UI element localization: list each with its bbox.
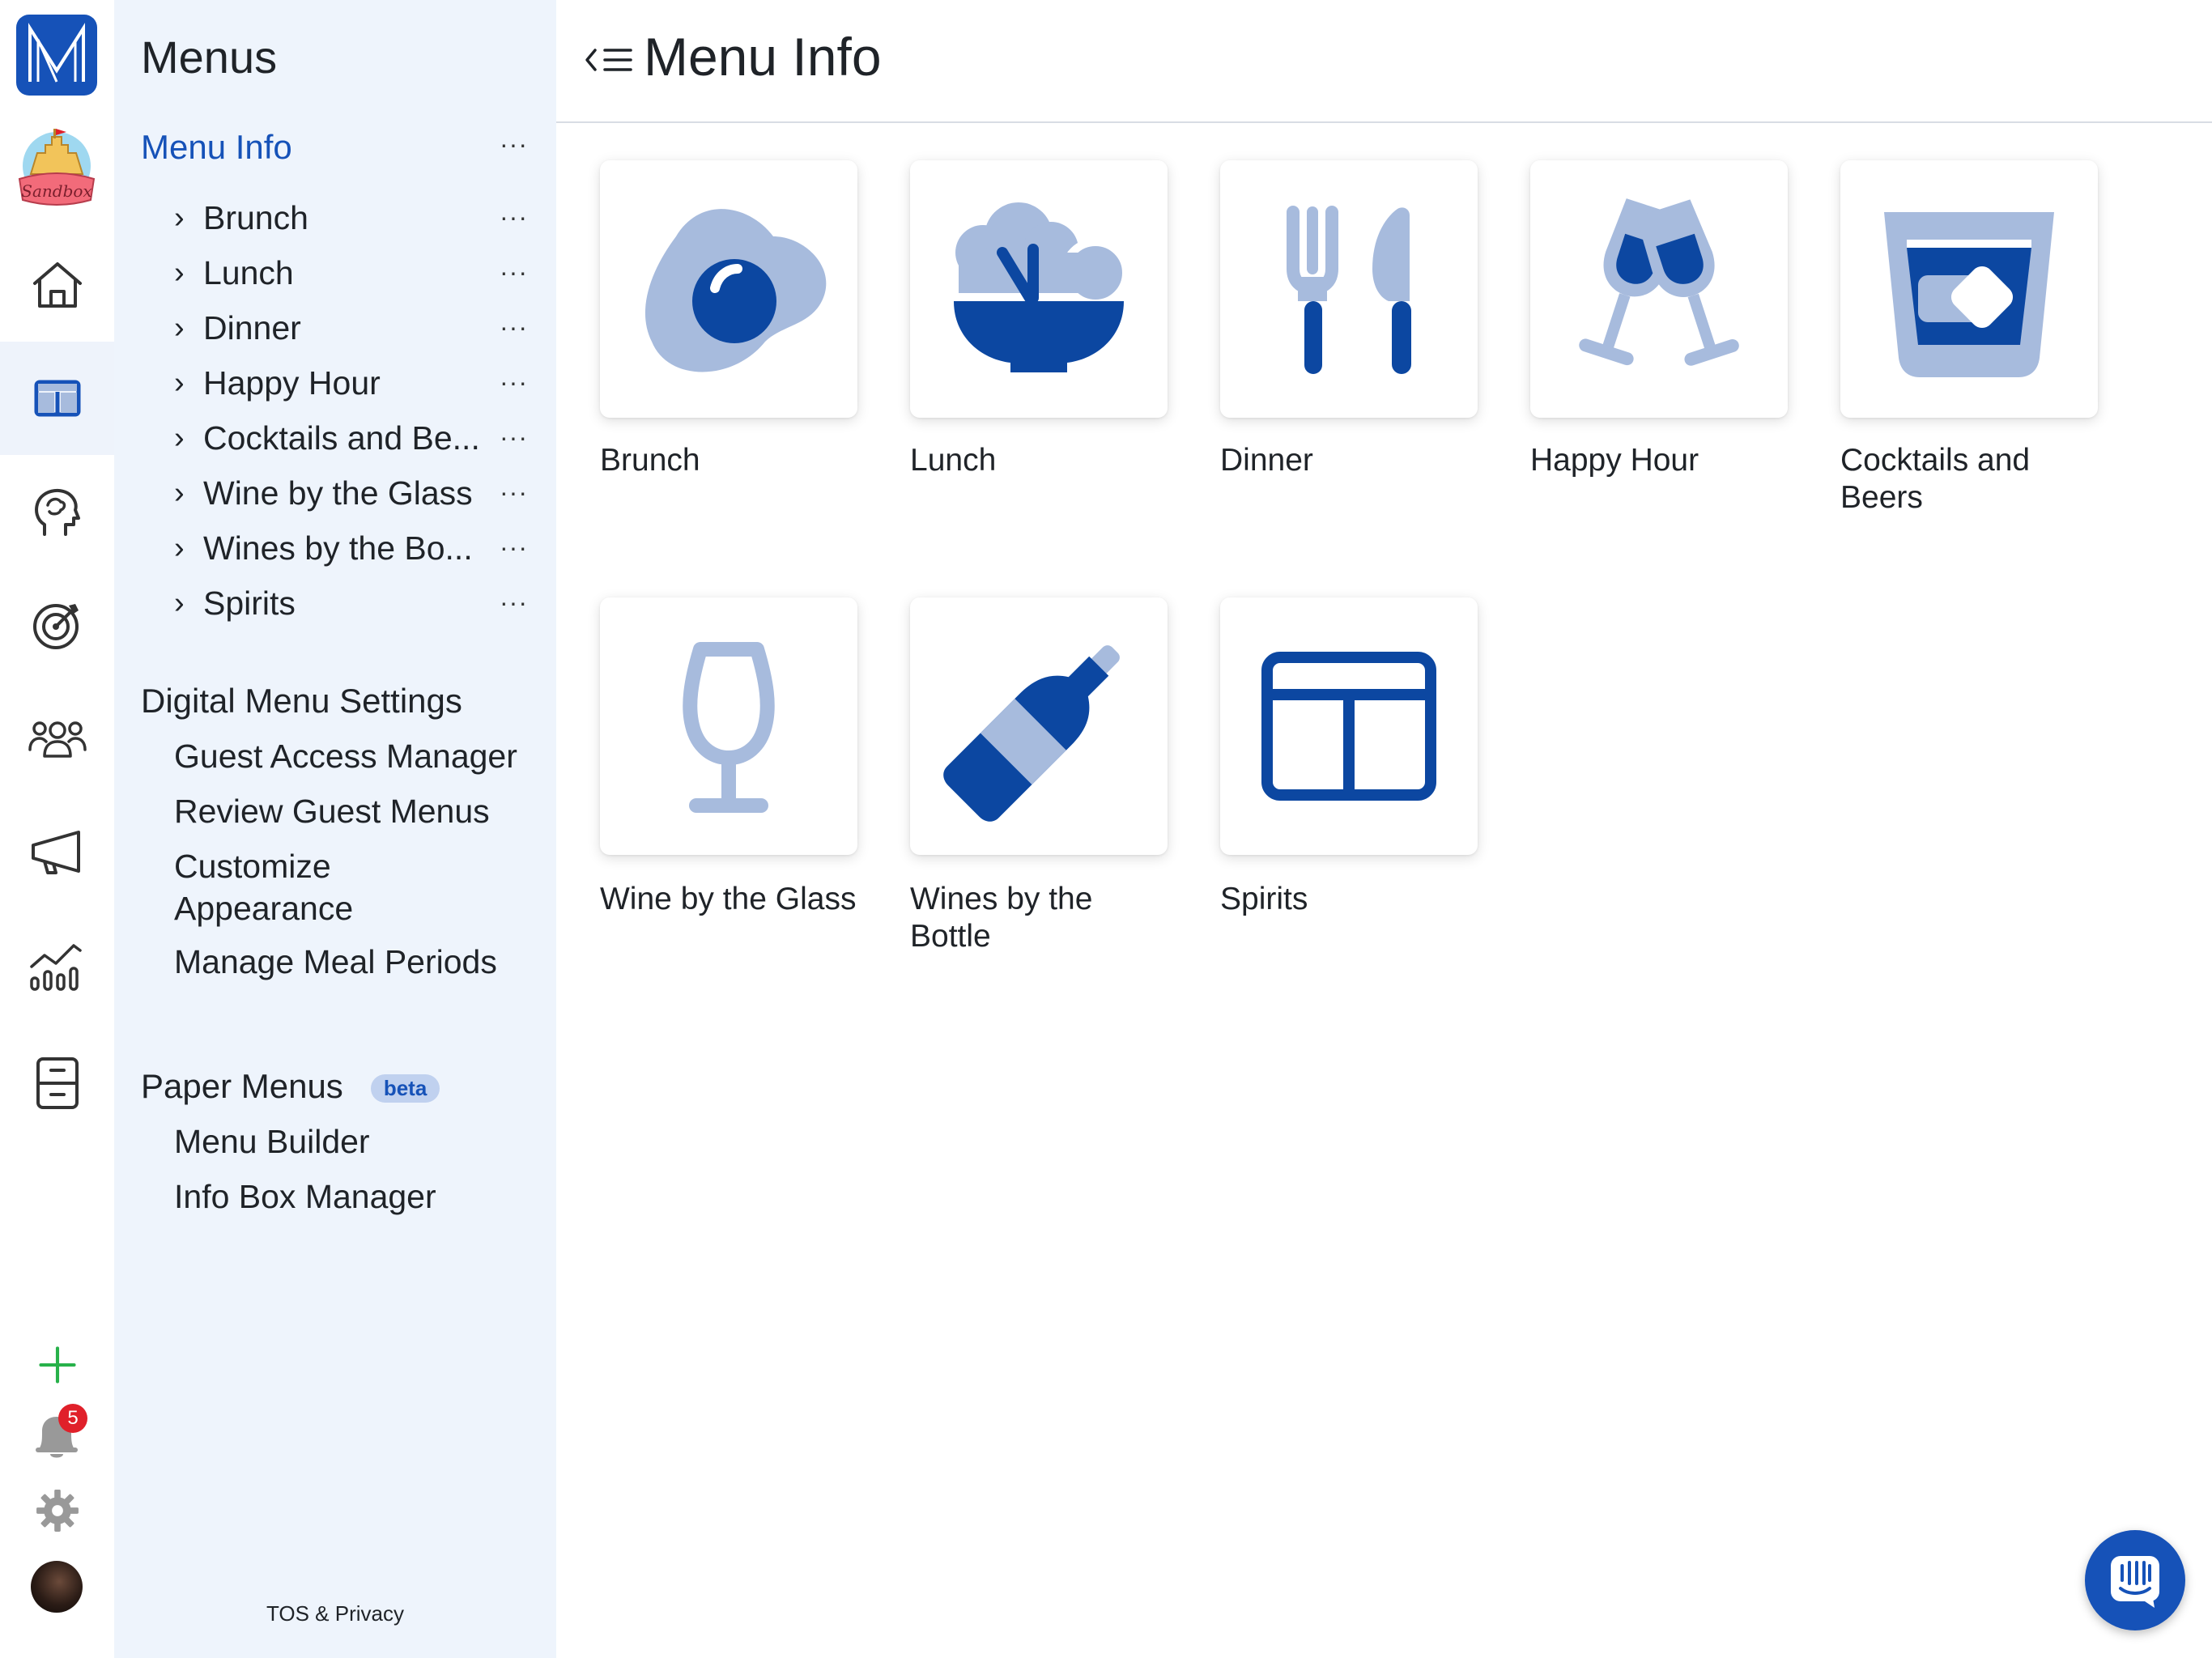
- rail-home[interactable]: [0, 228, 114, 342]
- tos-privacy-link[interactable]: TOS & Privacy: [114, 1601, 556, 1626]
- more-options-icon[interactable]: ···: [500, 202, 528, 232]
- rail-files[interactable]: [0, 1027, 114, 1140]
- rail-goals[interactable]: [0, 568, 114, 682]
- app-logo-icon[interactable]: [16, 15, 97, 96]
- beta-badge: beta: [370, 1074, 440, 1103]
- chevron-right-icon: ›: [174, 531, 185, 565]
- more-options-icon[interactable]: ···: [500, 533, 528, 563]
- sidebar-item-dinner[interactable]: › Dinner: [174, 309, 301, 347]
- chevron-right-icon: ›: [174, 311, 185, 345]
- card-label-brunch: Brunch: [600, 443, 700, 478]
- rail-analytics[interactable]: [0, 908, 114, 1022]
- card-label-dinner: Dinner: [1220, 443, 1313, 478]
- more-options-icon[interactable]: ···: [500, 368, 528, 397]
- rail-add[interactable]: [0, 1308, 114, 1422]
- home-icon: [32, 262, 82, 308]
- card-label-happy-hour: Happy Hour: [1530, 443, 1699, 478]
- page-header: Menu Info: [556, 0, 2212, 123]
- megaphone-icon: [31, 831, 80, 874]
- more-options-icon[interactable]: ···: [500, 257, 528, 287]
- menu-layout-icon: [34, 380, 80, 417]
- rail-settings[interactable]: [0, 1454, 114, 1567]
- card-label-cocktails-and-beers: Cocktails and Beers: [1840, 443, 2031, 515]
- link-info-box-manager[interactable]: Info Box Manager: [174, 1175, 436, 1218]
- chevron-right-icon: ›: [174, 201, 185, 235]
- card-wine-by-the-glass[interactable]: [600, 597, 857, 855]
- icon-rail: Sandbox 5: [0, 0, 114, 1658]
- card-label-wine-by-the-glass: Wine by the Glass: [600, 882, 857, 916]
- card-wines-by-the-bottle[interactable]: [910, 597, 1168, 855]
- card-dinner[interactable]: [1220, 160, 1478, 418]
- users-icon: [28, 721, 87, 758]
- user-avatar[interactable]: [31, 1561, 83, 1613]
- card-happy-hour[interactable]: [1530, 160, 1788, 418]
- chat-support-button[interactable]: [2085, 1530, 2185, 1630]
- collapse-sidebar-icon[interactable]: [584, 39, 634, 81]
- digital-menu-settings-heading: Digital Menu Settings: [141, 682, 462, 720]
- chevron-right-icon: ›: [174, 366, 185, 400]
- gear-icon: [36, 1490, 79, 1532]
- file-cabinet-icon: [36, 1057, 79, 1109]
- more-options-icon[interactable]: ···: [500, 423, 528, 453]
- svg-text:Sandbox: Sandbox: [21, 181, 91, 201]
- fork-knife-icon: [1287, 206, 1411, 374]
- notification-count-badge: 5: [58, 1404, 87, 1433]
- link-guest-access-manager[interactable]: Guest Access Manager: [174, 735, 517, 777]
- sidebar-title: Menus: [141, 32, 278, 83]
- target-icon: [32, 604, 79, 649]
- salad-bowl-icon: [954, 202, 1130, 372]
- more-options-icon[interactable]: ···: [500, 588, 528, 618]
- m-logo-icon: [28, 23, 85, 83]
- cheers-glasses-icon: [1579, 198, 1739, 366]
- more-options-icon[interactable]: ···: [500, 130, 528, 159]
- rail-knowledge[interactable]: [0, 455, 114, 568]
- chevron-right-icon: ›: [174, 256, 185, 290]
- card-lunch[interactable]: [910, 160, 1168, 418]
- main-content: Menu Info Brunch Lunch Dinner Happy Hour…: [556, 0, 2212, 1658]
- chevron-right-icon: ›: [174, 476, 185, 510]
- rocks-glass-icon: [1884, 212, 2054, 377]
- paper-menus-heading: Paper Menus beta: [141, 1067, 440, 1106]
- sidebar-item-brunch[interactable]: › Brunch: [174, 199, 308, 237]
- card-label-spirits: Spirits: [1220, 882, 1308, 916]
- sidebar-item-menu-info[interactable]: Menu Info: [141, 128, 292, 167]
- head-thinking-icon: [34, 488, 80, 536]
- sidebar-item-happy-hour[interactable]: › Happy Hour: [174, 364, 381, 402]
- link-review-guest-menus[interactable]: Review Guest Menus: [174, 790, 490, 832]
- chat-icon: [2111, 1556, 2159, 1608]
- sidebar-item-wine-by-the-glass[interactable]: › Wine by the Glass: [174, 474, 473, 512]
- sidebar-item-spirits[interactable]: › Spirits: [174, 585, 296, 623]
- wine-glass-icon: [683, 642, 775, 813]
- link-customize-appearance[interactable]: Customize Appearance: [174, 845, 498, 929]
- card-label-wines-by-the-bottle: Wines by the Bottle: [910, 882, 1093, 954]
- link-manage-meal-periods[interactable]: Manage Meal Periods: [174, 941, 497, 983]
- sidebar-item-lunch[interactable]: › Lunch: [174, 254, 294, 292]
- sidebar-item-wines-by-the-bottle[interactable]: › Wines by the Bo...: [174, 529, 473, 568]
- sidebar-item-cocktails-and-beers[interactable]: › Cocktails and Be...: [174, 419, 480, 457]
- analytics-chart-icon: [29, 944, 82, 991]
- link-menu-builder[interactable]: Menu Builder: [174, 1120, 370, 1163]
- card-cocktails-and-beers[interactable]: [1840, 160, 2098, 418]
- card-brunch[interactable]: [600, 160, 857, 418]
- rail-team[interactable]: [0, 682, 114, 795]
- wine-bottle-icon: [943, 645, 1120, 822]
- more-options-icon[interactable]: ···: [500, 478, 528, 508]
- chevron-right-icon: ›: [174, 421, 185, 455]
- chevron-right-icon: ›: [174, 586, 185, 620]
- table-layout-icon: [1261, 652, 1436, 801]
- page-title: Menu Info: [644, 27, 882, 87]
- plus-icon: [38, 1346, 76, 1384]
- rail-marketing[interactable]: [0, 795, 114, 908]
- rail-menus[interactable]: [0, 342, 114, 455]
- menus-sidebar: Menus Menu Info ··· › Brunch ··· › Lunch…: [114, 0, 556, 1658]
- card-spirits[interactable]: [1220, 597, 1478, 855]
- fried-egg-icon: [644, 209, 827, 372]
- sandbox-badge-icon[interactable]: Sandbox: [13, 125, 100, 215]
- card-label-lunch: Lunch: [910, 443, 997, 478]
- more-options-icon[interactable]: ···: [500, 312, 528, 342]
